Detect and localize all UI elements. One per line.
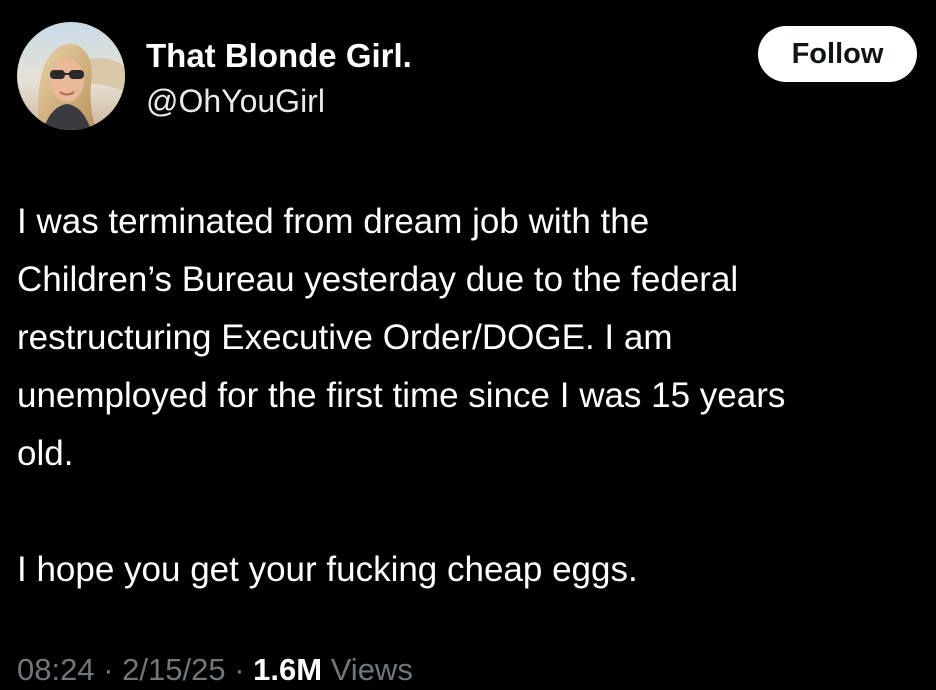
meta-separator: · xyxy=(94,652,123,687)
avatar[interactable] xyxy=(17,22,125,130)
tweet-text-line: I was terminated from dream job with the xyxy=(17,202,650,241)
views-count: 1.6M xyxy=(253,652,323,687)
tweet-text-line: Children’s Bureau yesterday due to the f… xyxy=(17,260,739,299)
timestamp-date[interactable]: 2/15/25 xyxy=(122,652,225,687)
display-name[interactable]: That Blonde Girl. xyxy=(146,36,412,76)
tweet-text-line: restructuring Executive Order/DOGE. I am xyxy=(17,318,673,357)
tweet-meta: 08:24 · 2/15/25 · 1.6M Views xyxy=(17,650,413,690)
profile-photo-icon xyxy=(17,22,125,130)
tweet-text-line: unemployed for the first time since I wa… xyxy=(17,376,786,415)
handle[interactable]: @OhYouGirl xyxy=(146,82,325,120)
tweet-text-line: old. xyxy=(17,434,74,473)
tweet-text-line: I hope you get your fucking cheap eggs. xyxy=(17,550,638,589)
timestamp-time[interactable]: 08:24 xyxy=(17,652,95,687)
meta-separator: · xyxy=(225,652,254,687)
tweet-text: I was terminated from dream job with the… xyxy=(17,193,932,599)
tweet: That Blonde Girl. @OhYouGirl Follow I wa… xyxy=(0,0,936,687)
views-label: Views xyxy=(330,652,413,687)
follow-button[interactable]: Follow xyxy=(758,26,917,82)
